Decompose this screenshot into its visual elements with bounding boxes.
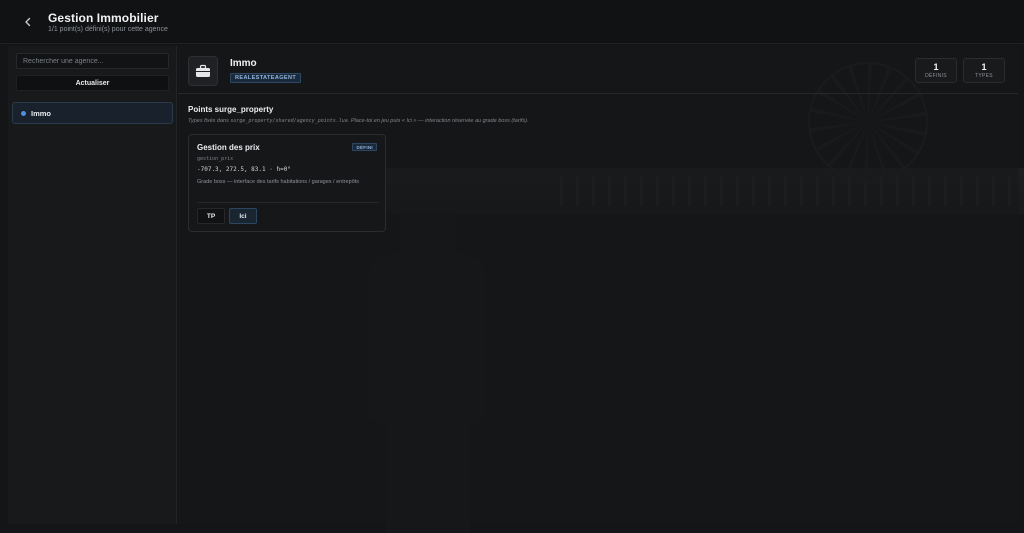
agency-type-badge: REALESTATEAGENT [230, 73, 302, 83]
sidebar-item-immo[interactable]: Immo [12, 102, 173, 124]
point-id: gestion_prix [197, 156, 234, 162]
agency-name: Immo [230, 58, 257, 69]
main-panel: Immo REALESTATEAGENT 1 DÉFINIS 1 TYPES P… [178, 46, 1018, 524]
point-title: Gestion des prix [197, 143, 260, 152]
section-description: Types fixés dans surge_property/shared/a… [188, 118, 528, 124]
header-bar: Gestion Immobilier 1/1 point(s) défini(s… [0, 0, 1024, 44]
point-description: Grade boss — interface des tarifs habita… [197, 179, 360, 185]
page-title: Gestion Immobilier [48, 11, 159, 25]
stat-defined-value: 1 [933, 62, 939, 72]
stat-types-label: TYPES [975, 73, 993, 79]
stat-defined-label: DÉFINIS [925, 73, 947, 79]
point-coordinates: -707.3, 272.5, 83.1 · h=0° [197, 166, 291, 173]
refresh-button[interactable]: Actualiser [16, 75, 169, 91]
section-title: Points surge_property [188, 105, 274, 114]
section-desc-after: . Place-toi en jeu puis « Ici » — intera… [347, 118, 529, 124]
briefcase-icon [196, 64, 210, 77]
page-subtitle: 1/1 point(s) défini(s) pour cette agence [48, 26, 168, 33]
app-window: Gestion Immobilier 1/1 point(s) défini(s… [0, 0, 1024, 533]
stat-defined: 1 DÉFINIS [915, 58, 957, 83]
selected-dot-icon [21, 110, 26, 116]
agency-avatar [188, 56, 218, 86]
sidebar: Actualiser Immo [8, 46, 177, 524]
divider [197, 202, 379, 203]
chevron-left-icon [25, 17, 31, 27]
set-here-button[interactable]: Ici [229, 208, 257, 224]
stat-types-value: 1 [981, 62, 987, 72]
section-desc-before: Types fixés dans [188, 118, 231, 124]
teleport-button[interactable]: TP [197, 208, 225, 224]
status-badge: DÉFINI [352, 143, 377, 151]
section-desc-code: surge_property/shared/agency_points.lua [230, 118, 348, 124]
agency-header: Immo REALESTATEAGENT 1 DÉFINIS 1 TYPES [178, 46, 1018, 94]
point-card: Gestion des prix DÉFINI gestion_prix -70… [188, 134, 386, 232]
back-button[interactable] [18, 12, 38, 32]
agency-search-input[interactable] [16, 53, 169, 69]
stat-types: 1 TYPES [963, 58, 1005, 83]
sidebar-item-label: Immo [31, 108, 52, 118]
